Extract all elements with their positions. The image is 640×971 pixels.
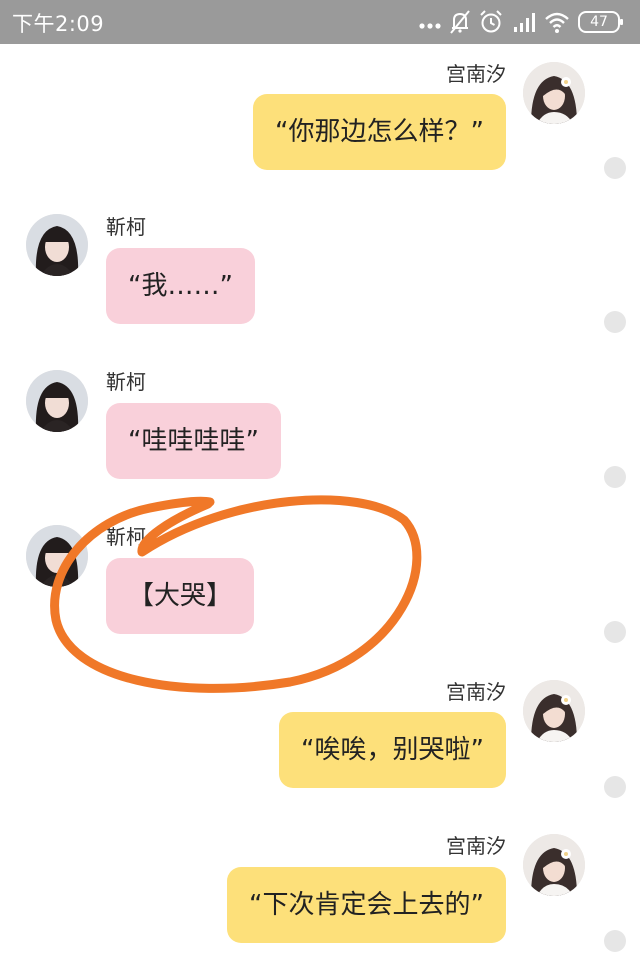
sender-name: 靳柯 xyxy=(106,370,146,394)
message-bubble[interactable]: 【大哭】 xyxy=(106,558,255,634)
status-dot xyxy=(604,776,626,798)
avatar[interactable] xyxy=(523,62,585,124)
signal-icon xyxy=(512,8,538,36)
more-dots-icon xyxy=(418,8,442,36)
status-bar: 下午2:09 47 xyxy=(0,0,640,44)
message-bubble[interactable]: “唉唉，别哭啦” xyxy=(279,712,506,788)
message-bubble[interactable]: “你那边怎么样？” xyxy=(253,94,506,170)
alarm-icon xyxy=(478,8,504,36)
status-dot xyxy=(604,157,626,179)
status-dot xyxy=(604,311,626,333)
sender-name: 靳柯 xyxy=(106,525,146,549)
battery-icon: 47 xyxy=(578,8,624,36)
avatar[interactable] xyxy=(523,834,585,896)
sender-name: 宫南汐 xyxy=(446,680,506,704)
avatar[interactable] xyxy=(523,680,585,742)
status-dot xyxy=(604,930,626,952)
message-bubble[interactable]: “我……” xyxy=(106,248,255,324)
status-time: 下午2:09 xyxy=(12,12,105,36)
avatar[interactable] xyxy=(26,214,88,276)
sender-name: 宫南汐 xyxy=(446,62,506,86)
avatar[interactable] xyxy=(26,525,88,587)
mute-bell-icon xyxy=(448,8,472,36)
avatar[interactable] xyxy=(26,370,88,432)
message-bubble[interactable]: “下次肯定会上去的” xyxy=(227,867,506,943)
sender-name: 宫南汐 xyxy=(446,834,506,858)
wifi-icon xyxy=(544,8,570,36)
message-bubble[interactable]: “哇哇哇哇” xyxy=(106,403,281,479)
sender-name: 靳柯 xyxy=(106,215,146,239)
status-icons: 47 xyxy=(418,8,628,36)
status-dot xyxy=(604,466,626,488)
battery-level: 47 xyxy=(590,14,608,30)
status-dot xyxy=(604,621,626,643)
